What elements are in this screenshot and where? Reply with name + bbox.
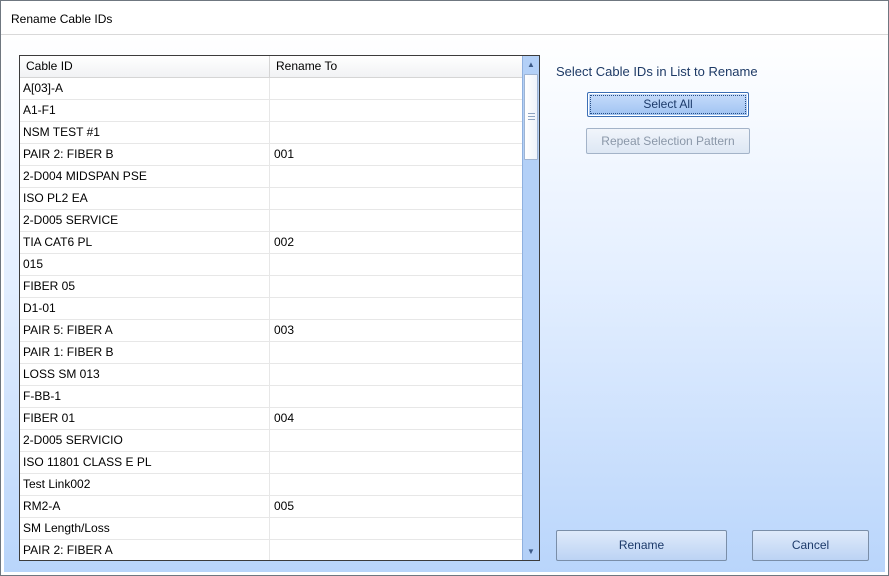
cable-id-cell[interactable]: TIA CAT6 PL	[20, 232, 270, 253]
triangle-up-icon: ▲	[527, 60, 535, 69]
table-row[interactable]: 2-D005 SERVICIO	[20, 430, 522, 452]
cancel-label: Cancel	[791, 538, 830, 552]
rename-to-cell[interactable]	[270, 254, 522, 275]
vertical-scrollbar[interactable]: ▲ ▼	[522, 56, 539, 560]
table-row[interactable]: PAIR 5: FIBER A 003	[20, 320, 522, 342]
grid-rows: A[03]-A A1-F1 NSM TEST #1 PAIR 2: FIBER B 00…	[20, 78, 522, 560]
table-row[interactable]: 2-D004 MIDSPAN PSE	[20, 166, 522, 188]
table-row[interactable]: D1-01	[20, 298, 522, 320]
rename-label: Rename	[618, 538, 665, 552]
cable-id-cell[interactable]: D1-01	[20, 298, 270, 319]
table-row[interactable]: ISO PL2 EA	[20, 188, 522, 210]
scroll-down-button[interactable]: ▼	[523, 543, 539, 560]
scroll-up-button[interactable]: ▲	[523, 56, 539, 73]
dialog-body: Cable ID Rename To A[03]-A A1-F1 NSM TEST …	[4, 35, 885, 572]
rename-to-cell[interactable]	[270, 386, 522, 407]
cable-id-cell[interactable]: PAIR 1: FIBER B	[20, 342, 270, 363]
instruction-label: Select Cable IDs in List to Rename	[556, 64, 758, 79]
rename-to-cell[interactable]	[270, 78, 522, 99]
cable-id-cell[interactable]: NSM TEST #1	[20, 122, 270, 143]
cancel-button[interactable]: Cancel	[752, 530, 869, 561]
cable-id-cell[interactable]: ISO PL2 EA	[20, 188, 270, 209]
table-row[interactable]: PAIR 1: FIBER B	[20, 342, 522, 364]
rename-to-cell[interactable]	[270, 452, 522, 473]
table-row[interactable]: FIBER 01 004	[20, 408, 522, 430]
table-row[interactable]: SM Length/Loss	[20, 518, 522, 540]
repeat-selection-label: Repeat Selection Pattern	[601, 134, 735, 148]
select-all-button[interactable]: Select All	[587, 92, 749, 117]
cable-id-cell[interactable]: 2-D005 SERVICIO	[20, 430, 270, 451]
title-bar[interactable]: Rename Cable IDs	[1, 1, 888, 35]
table-row[interactable]: NSM TEST #1	[20, 122, 522, 144]
table-row[interactable]: Test Link002	[20, 474, 522, 496]
cable-id-cell[interactable]: SM Length/Loss	[20, 518, 270, 539]
cable-id-cell[interactable]: RM2-A	[20, 496, 270, 517]
rename-to-cell[interactable]	[270, 122, 522, 143]
rename-to-cell[interactable]: 001	[270, 144, 522, 165]
rename-to-cell[interactable]	[270, 364, 522, 385]
table-row[interactable]: TIA CAT6 PL 002	[20, 232, 522, 254]
repeat-selection-pattern-button[interactable]: Repeat Selection Pattern	[586, 128, 750, 154]
table-row[interactable]: PAIR 2: FIBER A	[20, 540, 522, 560]
rename-to-cell[interactable]: 003	[270, 320, 522, 341]
rename-dialog: Rename Cable IDs Cable ID Rename To A[03…	[0, 0, 889, 576]
table-row[interactable]: A[03]-A	[20, 78, 522, 100]
cable-id-cell[interactable]: 2-D004 MIDSPAN PSE	[20, 166, 270, 187]
rename-to-cell[interactable]	[270, 540, 522, 560]
focus-rectangle	[590, 95, 746, 114]
table-row[interactable]: PAIR 2: FIBER B 001	[20, 144, 522, 166]
cable-id-cell[interactable]: PAIR 5: FIBER A	[20, 320, 270, 341]
cable-id-cell[interactable]: 015	[20, 254, 270, 275]
rename-to-cell[interactable]	[270, 276, 522, 297]
rename-to-cell[interactable]	[270, 298, 522, 319]
scroll-thumb[interactable]	[524, 74, 538, 160]
cable-id-cell[interactable]: A[03]-A	[20, 78, 270, 99]
rename-to-cell[interactable]	[270, 474, 522, 495]
rename-to-cell[interactable]	[270, 100, 522, 121]
table-row[interactable]: RM2-A 005	[20, 496, 522, 518]
table-row[interactable]: F-BB-1	[20, 386, 522, 408]
table-row[interactable]: 2-D005 SERVICE	[20, 210, 522, 232]
rename-to-cell[interactable]: 004	[270, 408, 522, 429]
cable-id-cell[interactable]: FIBER 05	[20, 276, 270, 297]
rename-to-cell[interactable]: 002	[270, 232, 522, 253]
rename-to-cell[interactable]	[270, 518, 522, 539]
rename-to-cell[interactable]	[270, 166, 522, 187]
cable-id-cell[interactable]: PAIR 2: FIBER A	[20, 540, 270, 560]
cable-id-cell[interactable]: LOSS SM 013	[20, 364, 270, 385]
table-row[interactable]: 015	[20, 254, 522, 276]
table-row[interactable]: A1-F1	[20, 100, 522, 122]
rename-to-cell[interactable]	[270, 210, 522, 231]
rename-to-cell[interactable]	[270, 430, 522, 451]
cable-id-cell[interactable]: 2-D005 SERVICE	[20, 210, 270, 231]
cable-id-cell[interactable]: FIBER 01	[20, 408, 270, 429]
grid-header: Cable ID Rename To	[20, 56, 522, 78]
rename-to-cell[interactable]: 005	[270, 496, 522, 517]
cable-id-cell[interactable]: Test Link002	[20, 474, 270, 495]
cable-id-cell[interactable]: PAIR 2: FIBER B	[20, 144, 270, 165]
cable-id-grid[interactable]: Cable ID Rename To A[03]-A A1-F1 NSM TEST …	[19, 55, 540, 561]
column-header-cable-id[interactable]: Cable ID	[20, 56, 270, 77]
rename-to-cell[interactable]	[270, 342, 522, 363]
table-row[interactable]: LOSS SM 013	[20, 364, 522, 386]
table-row[interactable]: FIBER 05	[20, 276, 522, 298]
cable-id-cell[interactable]: A1-F1	[20, 100, 270, 121]
triangle-down-icon: ▼	[527, 547, 535, 556]
rename-to-cell[interactable]	[270, 188, 522, 209]
rename-button[interactable]: Rename	[556, 530, 727, 561]
cable-id-cell[interactable]: ISO 11801 CLASS E PL	[20, 452, 270, 473]
window-title: Rename Cable IDs	[11, 12, 113, 26]
cable-id-cell[interactable]: F-BB-1	[20, 386, 270, 407]
column-header-rename-to[interactable]: Rename To	[270, 56, 522, 77]
table-row[interactable]: ISO 11801 CLASS E PL	[20, 452, 522, 474]
